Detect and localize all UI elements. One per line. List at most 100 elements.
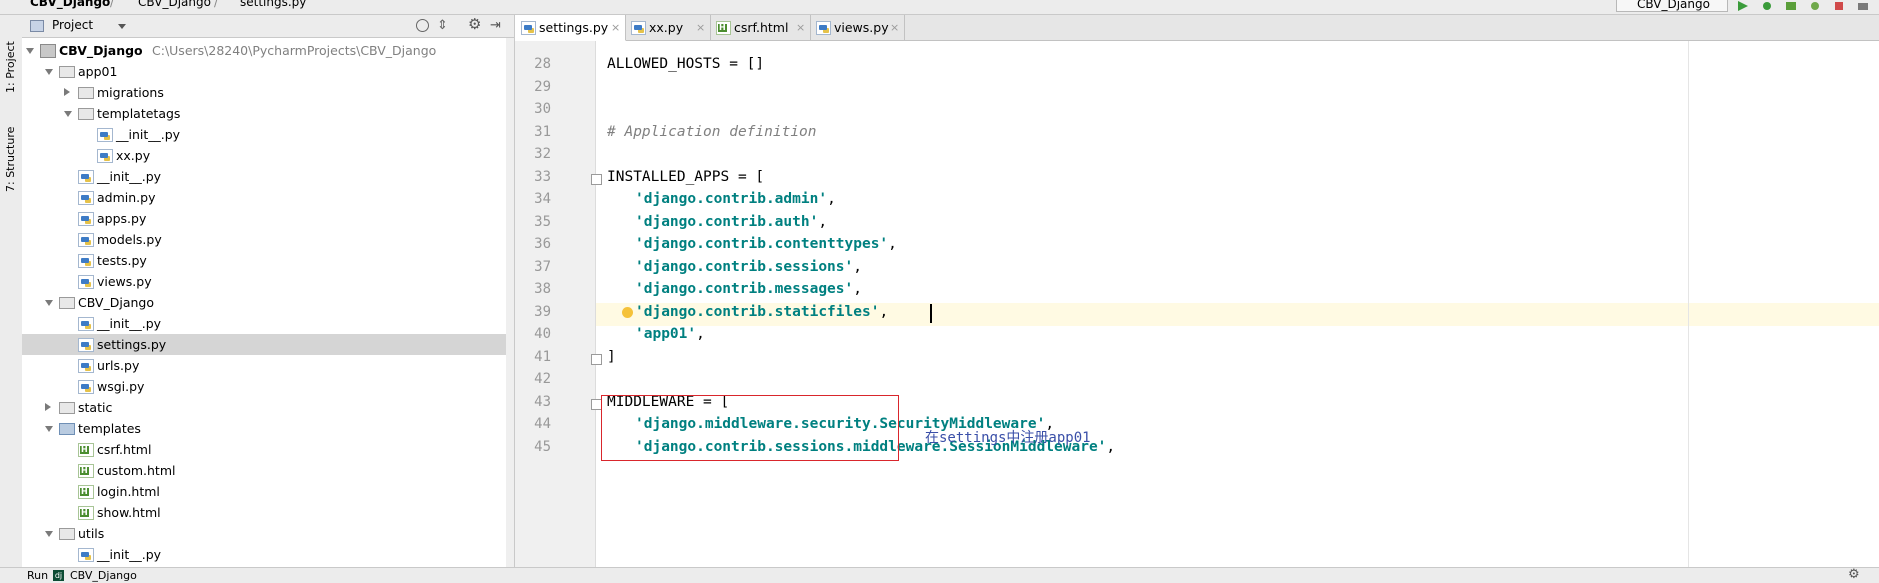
- tree-item-path: C:\Users\28240\PycharmProjects\CBV_Djang…: [152, 43, 437, 58]
- gear-icon[interactable]: ⚙: [468, 17, 481, 32]
- collapse-arrow-icon[interactable]: [45, 403, 51, 411]
- tree-item[interactable]: templatetags: [22, 103, 514, 124]
- breadcrumb-file[interactable]: settings.py: [240, 0, 306, 9]
- project-view-selector[interactable]: Project: [52, 18, 93, 32]
- tree-item-label: settings.py: [97, 337, 167, 352]
- code-line[interactable]: 'django.contrib.admin',: [635, 191, 836, 207]
- coverage-icon[interactable]: [1784, 0, 1798, 10]
- right-margin-guide: [1688, 41, 1689, 567]
- line-number: 44: [534, 416, 551, 432]
- editor-tab[interactable]: settings.py ×: [515, 15, 626, 41]
- code-line[interactable]: 'django.contrib.auth',: [635, 214, 827, 230]
- tree-item[interactable]: __init__.py: [22, 124, 514, 145]
- code-line[interactable]: 'django.contrib.messages',: [635, 281, 862, 297]
- tree-item[interactable]: __init__.py: [22, 544, 514, 565]
- tree-item[interactable]: show.html: [22, 502, 514, 523]
- expand-arrow-icon[interactable]: [26, 48, 34, 54]
- editor-tab[interactable]: views.py ×: [810, 15, 905, 40]
- run-tool-label[interactable]: Run: [27, 568, 48, 583]
- code-line[interactable]: ALLOWED_HOSTS = []: [607, 56, 764, 72]
- tree-item[interactable]: migrations: [22, 82, 514, 103]
- code-editor[interactable]: 28 29 30 31 32 33 34 35 36 37 38 39 40 41 42 43 44 45 ALL…: [515, 41, 1879, 567]
- expand-arrow-icon[interactable]: [45, 69, 53, 75]
- collapse-arrow-icon[interactable]: [64, 88, 70, 96]
- tree-item-label: __init__.py: [97, 169, 162, 184]
- run-icon[interactable]: [1736, 0, 1750, 11]
- html-file-icon: [78, 443, 94, 457]
- gear-icon[interactable]: ⚙: [1848, 567, 1860, 582]
- run-configuration-selector[interactable]: CBV_Django: [1616, 0, 1728, 12]
- fold-marker-icon[interactable]: [591, 353, 602, 365]
- tree-item[interactable]: urls.py: [22, 355, 514, 376]
- tree-item[interactable]: views.py: [22, 271, 514, 292]
- collapse-all-icon[interactable]: ⇕: [437, 19, 448, 32]
- tree-item[interactable]: models.py: [22, 229, 514, 250]
- editor-tab-label: xx.py: [649, 20, 684, 35]
- tree-item[interactable]: admin.py: [22, 187, 514, 208]
- scroll-from-source-icon[interactable]: [416, 19, 429, 32]
- tree-item[interactable]: csrf.html: [22, 439, 514, 460]
- code-line[interactable]: 'django.contrib.sessions',: [635, 259, 862, 275]
- code-line[interactable]: 'django.contrib.staticfiles',: [635, 304, 888, 320]
- editor-tab[interactable]: xx.py ×: [625, 15, 711, 40]
- tree-item[interactable]: settings.py: [22, 334, 514, 355]
- python-file-icon: [631, 21, 646, 35]
- debug-icon[interactable]: [1760, 0, 1774, 10]
- hide-panel-icon[interactable]: ⇥: [490, 19, 501, 32]
- intention-bulb-icon[interactable]: [622, 306, 633, 318]
- code-string: 'django.contrib.messages': [635, 281, 854, 297]
- close-icon[interactable]: ×: [796, 15, 805, 40]
- code-string: 'django.contrib.sessions': [635, 258, 854, 275]
- code-line[interactable]: 'django.contrib.contenttypes',: [635, 236, 897, 252]
- tree-item[interactable]: CBV_Django C:\Users\28240\PycharmProjects…: [22, 40, 514, 61]
- close-icon[interactable]: ×: [611, 15, 620, 40]
- code-line[interactable]: 'app01',: [635, 326, 705, 342]
- build-icon[interactable]: [1856, 0, 1870, 10]
- run-config-status[interactable]: CBV_Django: [70, 568, 137, 583]
- project-scrollbar[interactable]: [506, 38, 514, 567]
- fold-marker-icon[interactable]: [591, 173, 602, 185]
- tree-item[interactable]: custom.html: [22, 460, 514, 481]
- tree-item-label: show.html: [97, 505, 161, 520]
- tree-item[interactable]: templates: [22, 418, 514, 439]
- expand-arrow-icon[interactable]: [64, 111, 72, 117]
- tree-item[interactable]: apps.py: [22, 208, 514, 229]
- folder-icon: [59, 423, 75, 435]
- python-file-icon: [78, 191, 94, 205]
- tree-item[interactable]: __init__.py: [22, 166, 514, 187]
- expand-arrow-icon[interactable]: [45, 300, 53, 306]
- tree-item[interactable]: app01: [22, 61, 514, 82]
- code-line[interactable]: ]: [607, 349, 616, 365]
- code-text: ALLOWED_HOSTS = []: [607, 56, 765, 72]
- tree-item[interactable]: __init__.py: [22, 313, 514, 334]
- tree-item-label: migrations: [97, 85, 164, 100]
- tree-item[interactable]: xx.py: [22, 145, 514, 166]
- tree-item[interactable]: wsgi.py: [22, 376, 514, 397]
- breadcrumb-folder[interactable]: CBV_Django: [138, 0, 211, 9]
- tree-item[interactable]: tests.py: [22, 250, 514, 271]
- expand-arrow-icon[interactable]: [45, 531, 53, 537]
- expand-arrow-icon[interactable]: [45, 426, 53, 432]
- stop-icon[interactable]: [1832, 0, 1846, 10]
- django-icon: dj: [53, 570, 64, 581]
- code-line[interactable]: INSTALLED_APPS = [: [607, 169, 764, 185]
- status-bar: Run dj CBV_Django ⚙: [0, 567, 1879, 583]
- chevron-down-icon[interactable]: [118, 24, 126, 29]
- python-file-icon: [78, 317, 94, 331]
- line-number: 45: [534, 438, 551, 455]
- breadcrumb-root[interactable]: CBV_Django: [30, 0, 110, 9]
- line-number: 28: [534, 56, 551, 72]
- profile-icon[interactable]: [1808, 0, 1822, 10]
- tree-item[interactable]: login.html: [22, 481, 514, 502]
- tree-item[interactable]: CBV_Django: [22, 292, 514, 313]
- navigation-bar: CBV_Django / CBV_Django / settings.py CB…: [0, 0, 1879, 15]
- close-icon[interactable]: ×: [696, 15, 705, 40]
- tree-item[interactable]: utils: [22, 523, 514, 544]
- code-line[interactable]: # Application definition: [607, 124, 817, 140]
- folder-icon: [59, 297, 75, 309]
- editor-tab[interactable]: csrf.html ×: [710, 15, 811, 40]
- tree-item[interactable]: static: [22, 397, 514, 418]
- tree-item-label: templates: [78, 421, 141, 436]
- code-text: ]: [607, 348, 616, 365]
- close-icon[interactable]: ×: [890, 15, 899, 40]
